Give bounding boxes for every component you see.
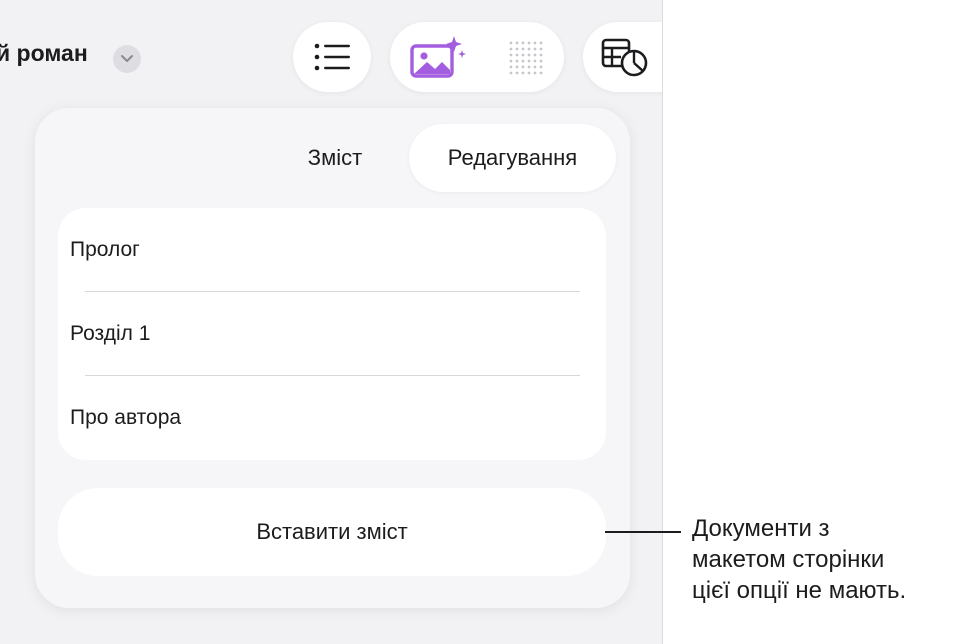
toc-entry-about-author[interactable]: Про автора xyxy=(70,406,181,430)
toc-entry-prologue[interactable]: Пролог xyxy=(70,238,140,262)
toc-divider xyxy=(85,291,580,292)
tab-edit[interactable]: Редагування xyxy=(409,124,616,192)
list-icon xyxy=(314,43,350,71)
callout-line-1: Документи з xyxy=(692,515,830,542)
tab-contents[interactable]: Зміст xyxy=(280,124,390,192)
app-screen: й роман Зміст Редагування Пролог Розділ … xyxy=(0,0,663,644)
table-chart-icon xyxy=(601,38,648,77)
toc-divider xyxy=(85,375,580,376)
toc-entry-chapter-1[interactable]: Розділ 1 xyxy=(70,322,150,346)
callout-line xyxy=(605,531,681,533)
dot-grid-icon[interactable] xyxy=(508,40,544,76)
media-toolbar-group xyxy=(390,22,564,92)
callout-text: Документи з макетом сторінки цієї опції … xyxy=(692,513,962,606)
image-sparkle-icon[interactable] xyxy=(410,34,466,78)
chevron-down-icon xyxy=(121,55,133,62)
list-format-button[interactable] xyxy=(293,22,371,92)
callout-line-3: цієї опції не мають. xyxy=(692,577,907,604)
callout-line-2: макетом сторінки xyxy=(692,546,885,573)
document-title[interactable]: й роман xyxy=(0,40,88,67)
toc-popover: Зміст Редагування Пролог Розділ 1 Про ав… xyxy=(35,108,630,608)
document-title-menu-button[interactable] xyxy=(113,45,141,73)
table-chart-button[interactable] xyxy=(583,22,662,92)
insert-toc-button[interactable]: Вставити зміст xyxy=(58,488,606,576)
